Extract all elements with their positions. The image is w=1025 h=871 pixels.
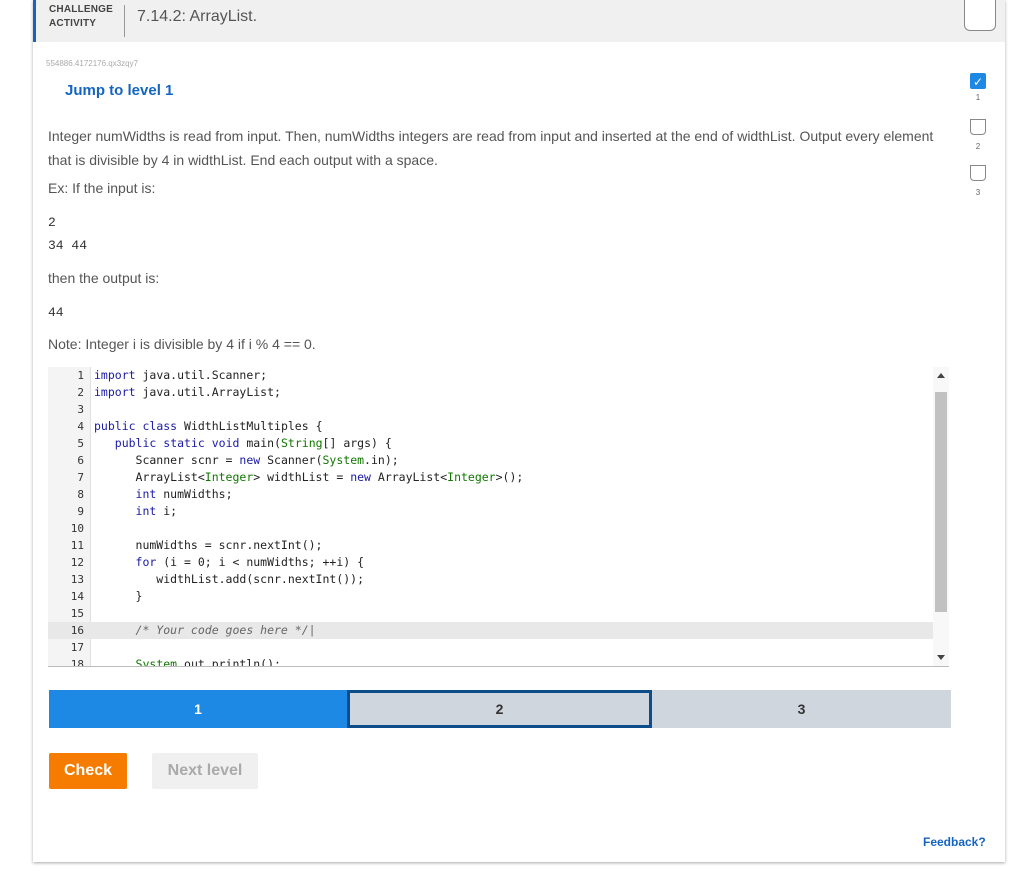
code-line[interactable]: 7 ArrayList<Integer> widthList = new Arr… bbox=[48, 469, 933, 486]
code-text[interactable]: import java.util.ArrayList; bbox=[94, 384, 281, 401]
code-line[interactable]: 15 bbox=[48, 605, 933, 622]
line-number: 18 bbox=[70, 658, 84, 667]
completion-bookmark-icon bbox=[964, 0, 996, 31]
code-line[interactable]: 8 int numWidths; bbox=[48, 486, 933, 503]
line-number: 2 bbox=[77, 386, 84, 399]
code-line[interactable]: 10 bbox=[48, 520, 933, 537]
code-line[interactable]: 13 widthList.add(scnr.nextInt()); bbox=[48, 571, 933, 588]
level-indicator-3[interactable]: 3 bbox=[963, 165, 993, 211]
progress-segment-1[interactable]: 1 bbox=[49, 690, 347, 728]
line-number: 17 bbox=[70, 641, 84, 654]
line-number: 8 bbox=[77, 488, 84, 501]
line-number: 5 bbox=[77, 437, 84, 450]
problem-description: Integer numWidths is read from input. Th… bbox=[48, 128, 934, 168]
code-line[interactable]: 6 Scanner scnr = new Scanner(System.in); bbox=[48, 452, 933, 469]
code-line[interactable]: 9 int i; bbox=[48, 503, 933, 520]
code-line[interactable]: 2 import java.util.ArrayList; bbox=[48, 384, 933, 401]
example-label: Ex: If the input is: bbox=[48, 180, 156, 196]
activity-title: 7.14.2: ArrayList. bbox=[137, 8, 258, 25]
code-text[interactable]: for (i = 0; i < numWidths; ++i) { bbox=[94, 554, 365, 571]
progress-segment-3[interactable]: 3 bbox=[652, 690, 951, 728]
code-text[interactable]: numWidths = scnr.nextInt(); bbox=[94, 537, 323, 554]
feedback-link[interactable]: Feedback? bbox=[923, 835, 986, 849]
code-text[interactable]: public static void main(String[] args) { bbox=[94, 435, 392, 452]
empty-level-icon bbox=[970, 119, 986, 135]
header-accent-bar bbox=[33, 0, 36, 42]
code-text[interactable]: } bbox=[94, 588, 143, 605]
code-line[interactable]: 17 bbox=[48, 639, 933, 656]
activity-type-line-2: ACTIVITY bbox=[49, 18, 97, 29]
jump-to-level-link[interactable]: Jump to level 1 bbox=[65, 82, 173, 99]
editor-scrollbar[interactable] bbox=[933, 367, 949, 666]
code-text[interactable]: System.out.println(); bbox=[94, 656, 281, 666]
line-number: 7 bbox=[77, 471, 84, 484]
line-number: 4 bbox=[77, 420, 84, 433]
level-indicator-2[interactable]: 2 bbox=[963, 119, 993, 165]
code-line[interactable]: 3 bbox=[48, 401, 933, 418]
code-text[interactable]: import java.util.Scanner; bbox=[94, 367, 267, 384]
scroll-down-arrow-icon[interactable] bbox=[937, 655, 945, 660]
code-text[interactable]: /* Your code goes here */| bbox=[94, 622, 316, 639]
line-number: 10 bbox=[70, 522, 84, 535]
code-line[interactable]: 11 numWidths = scnr.nextInt(); bbox=[48, 537, 933, 554]
level-progress-bar: 1 2 3 bbox=[49, 690, 951, 728]
code-text[interactable]: widthList.add(scnr.nextInt()); bbox=[94, 571, 364, 588]
check-icon: ✓ bbox=[970, 73, 986, 89]
output-label: then the output is: bbox=[48, 270, 160, 286]
level-number: 1 bbox=[975, 93, 981, 102]
example-input-line: 34 44 bbox=[48, 238, 88, 253]
example-output-line: 44 bbox=[48, 305, 64, 320]
code-text[interactable]: ArrayList<Integer> widthList = new Array… bbox=[94, 469, 524, 486]
level-indicator-1[interactable]: ✓ 1 bbox=[963, 73, 993, 119]
code-line[interactable]: 12 for (i = 0; i < numWidths; ++i) { bbox=[48, 554, 933, 571]
header-divider bbox=[124, 5, 125, 37]
level-number: 3 bbox=[975, 188, 981, 197]
scrollbar-thumb[interactable] bbox=[935, 392, 947, 612]
code-line[interactable]: 18 System.out.println(); bbox=[48, 656, 933, 667]
line-number: 1 bbox=[77, 369, 84, 382]
code-text[interactable]: Scanner scnr = new Scanner(System.in); bbox=[94, 452, 399, 469]
level-number: 2 bbox=[975, 142, 981, 151]
code-line[interactable]: 5 public static void main(String[] args)… bbox=[48, 435, 933, 452]
code-text[interactable]: int i; bbox=[94, 503, 178, 520]
line-number: 12 bbox=[70, 556, 84, 569]
code-editor[interactable]: 1 import java.util.Scanner; 2 import java.u… bbox=[48, 367, 949, 667]
activity-id: 554886.4172176.qx3zqy7 bbox=[46, 59, 139, 68]
activity-type-line-1: CHALLENGE bbox=[49, 4, 114, 15]
next-level-button[interactable]: Next level bbox=[152, 753, 258, 789]
scroll-up-arrow-icon[interactable] bbox=[937, 373, 945, 378]
check-button[interactable]: Check bbox=[49, 753, 127, 789]
code-line[interactable]: 14 } bbox=[48, 588, 933, 605]
example-input-line: 2 bbox=[48, 215, 56, 230]
note-text: Note: Integer i is divisible by 4 if i %… bbox=[48, 336, 316, 352]
code-line[interactable]: 16 /* Your code goes here */| bbox=[48, 622, 933, 639]
line-number: 3 bbox=[77, 403, 84, 416]
code-line[interactable]: 4 public class WidthListMultiples { bbox=[48, 418, 933, 435]
code-lines[interactable]: 1 import java.util.Scanner; 2 import java.u… bbox=[48, 367, 933, 667]
line-number: 11 bbox=[70, 539, 84, 552]
line-number: 15 bbox=[70, 607, 84, 620]
activity-type-label: CHALLENGE ACTIVITY bbox=[49, 3, 113, 31]
empty-level-icon bbox=[970, 165, 986, 181]
code-text[interactable]: public class WidthListMultiples { bbox=[94, 418, 323, 435]
line-number: 13 bbox=[70, 573, 84, 586]
progress-segment-2[interactable]: 2 bbox=[347, 690, 652, 728]
line-number: 6 bbox=[77, 454, 84, 467]
line-number: 9 bbox=[77, 505, 84, 518]
challenge-activity-card: CHALLENGE ACTIVITY 7.14.2: ArrayList. 55… bbox=[33, 0, 1005, 862]
line-number: 14 bbox=[70, 590, 84, 603]
code-text[interactable]: int numWidths; bbox=[94, 486, 233, 503]
line-number: 16 bbox=[70, 624, 84, 637]
level-indicator-list: ✓ 1 2 3 bbox=[963, 73, 993, 211]
code-line[interactable]: 1 import java.util.Scanner; bbox=[48, 367, 933, 384]
activity-header: CHALLENGE ACTIVITY 7.14.2: ArrayList. bbox=[33, 0, 1005, 42]
